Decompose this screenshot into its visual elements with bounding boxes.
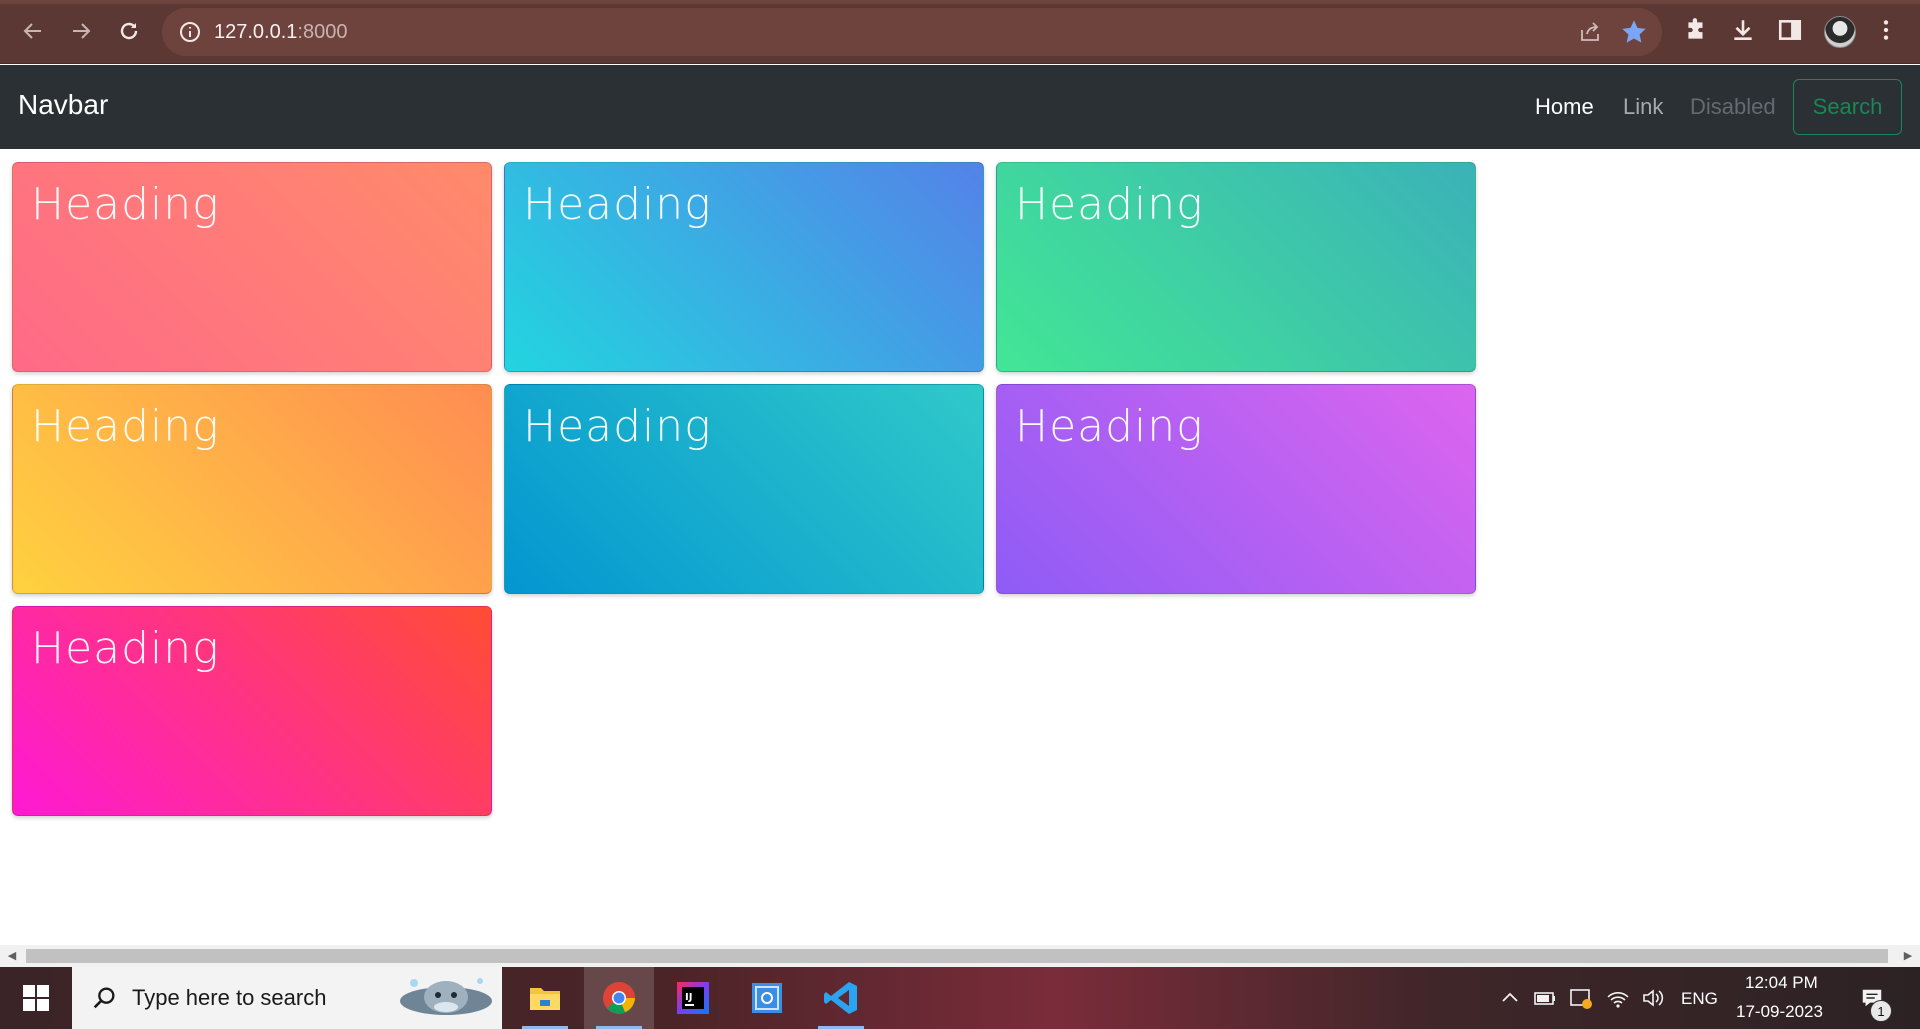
- windows-logo-icon: [23, 985, 49, 1011]
- back-arrow-icon: [23, 23, 41, 39]
- reload-icon: [120, 22, 138, 40]
- card-heading: Heading: [523, 179, 712, 230]
- clock-date[interactable]: 17-09-2023: [1736, 1002, 1823, 1022]
- vscode-icon: [824, 982, 857, 1014]
- svg-text:IJ: IJ: [685, 992, 692, 1003]
- card: Heading: [12, 384, 492, 594]
- profile-avatar[interactable]: [1824, 16, 1856, 48]
- wifi-icon[interactable]: [1606, 986, 1630, 1010]
- nav-link-link[interactable]: Link: [1623, 94, 1663, 120]
- site-navbar: Navbar Home Link Disabled Search: [0, 65, 1920, 149]
- card-heading: Heading: [1015, 179, 1204, 230]
- security-alert-icon[interactable]: [1569, 986, 1593, 1010]
- card-heading: Heading: [31, 179, 220, 230]
- address-bar[interactable]: 127.0.0.1:8000: [162, 8, 1662, 56]
- card-heading: Heading: [1015, 401, 1204, 452]
- browser-menu-button[interactable]: [1870, 14, 1902, 46]
- download-icon: [1734, 20, 1752, 40]
- show-hidden-icons-chevron-icon[interactable]: [1498, 986, 1522, 1010]
- card-heading: Heading: [31, 623, 220, 674]
- bookmark-star-icon[interactable]: [1620, 18, 1648, 46]
- clock-time[interactable]: 12:04 PM: [1745, 973, 1818, 993]
- card: Heading: [12, 606, 492, 816]
- search-button[interactable]: Search: [1793, 79, 1902, 135]
- kebab-menu-icon: [1883, 20, 1889, 40]
- app-window-icon: [752, 983, 782, 1013]
- url-port: :8000: [297, 21, 348, 43]
- navbar-brand[interactable]: Navbar: [18, 89, 108, 121]
- taskbar-chrome[interactable]: [584, 967, 654, 1029]
- forward-button[interactable]: [62, 12, 100, 50]
- horizontal-scrollbar[interactable]: ◀ ▶: [0, 945, 1920, 967]
- reload-button[interactable]: [110, 12, 148, 50]
- intellij-icon: IJ: [677, 982, 709, 1014]
- downloads-button[interactable]: [1727, 14, 1759, 46]
- scrollbar-thumb[interactable]: [26, 949, 1888, 963]
- card: Heading: [996, 384, 1476, 594]
- taskbar-vscode[interactable]: [806, 967, 876, 1029]
- side-panel-button[interactable]: [1774, 14, 1806, 46]
- site-info-icon[interactable]: [178, 20, 202, 44]
- taskbar-search[interactable]: Type here to search: [72, 967, 502, 1029]
- card: Heading: [504, 162, 984, 372]
- card: Heading: [996, 162, 1476, 372]
- side-panel-icon: [1778, 20, 1802, 40]
- url-host: 127.0.0.1: [214, 21, 298, 43]
- volume-icon[interactable]: [1641, 986, 1665, 1010]
- nav-link-disabled: Disabled: [1690, 94, 1776, 119]
- windows-taskbar: Type here to search IJ ENG 12:04 PM 17-0…: [0, 967, 1920, 1029]
- search-icon: [93, 987, 115, 1009]
- taskbar-app-blue[interactable]: [732, 967, 802, 1029]
- scroll-right-arrow-icon[interactable]: ▶: [1902, 950, 1914, 962]
- taskbar-intellij[interactable]: IJ: [658, 967, 728, 1029]
- share-icon[interactable]: [1578, 20, 1602, 44]
- scroll-left-arrow-icon[interactable]: ◀: [6, 950, 18, 962]
- taskbar-search-placeholder: Type here to search: [132, 985, 327, 1010]
- extensions-button[interactable]: [1680, 14, 1712, 46]
- taskbar-file-explorer[interactable]: [510, 967, 580, 1029]
- card-heading: Heading: [31, 401, 220, 452]
- forward-arrow-icon: [73, 23, 91, 39]
- browser-toolbar: 127.0.0.1:8000: [0, 0, 1920, 64]
- card: Heading: [12, 162, 492, 372]
- back-button[interactable]: [14, 12, 52, 50]
- language-indicator[interactable]: ENG: [1681, 989, 1718, 1009]
- folder-icon: [530, 988, 560, 1010]
- manta-ray-search-highlight-icon: [400, 978, 492, 1015]
- battery-icon[interactable]: [1533, 986, 1557, 1010]
- nav-link-home[interactable]: Home: [1535, 94, 1594, 120]
- start-button[interactable]: [0, 967, 72, 1029]
- url-text[interactable]: 127.0.0.1:8000: [214, 21, 347, 44]
- chrome-logo-icon: [603, 982, 635, 1014]
- card: Heading: [504, 384, 984, 594]
- notification-count-badge: 1: [1870, 1000, 1892, 1022]
- card-heading: Heading: [523, 401, 712, 452]
- puzzle-icon: [1688, 18, 1703, 39]
